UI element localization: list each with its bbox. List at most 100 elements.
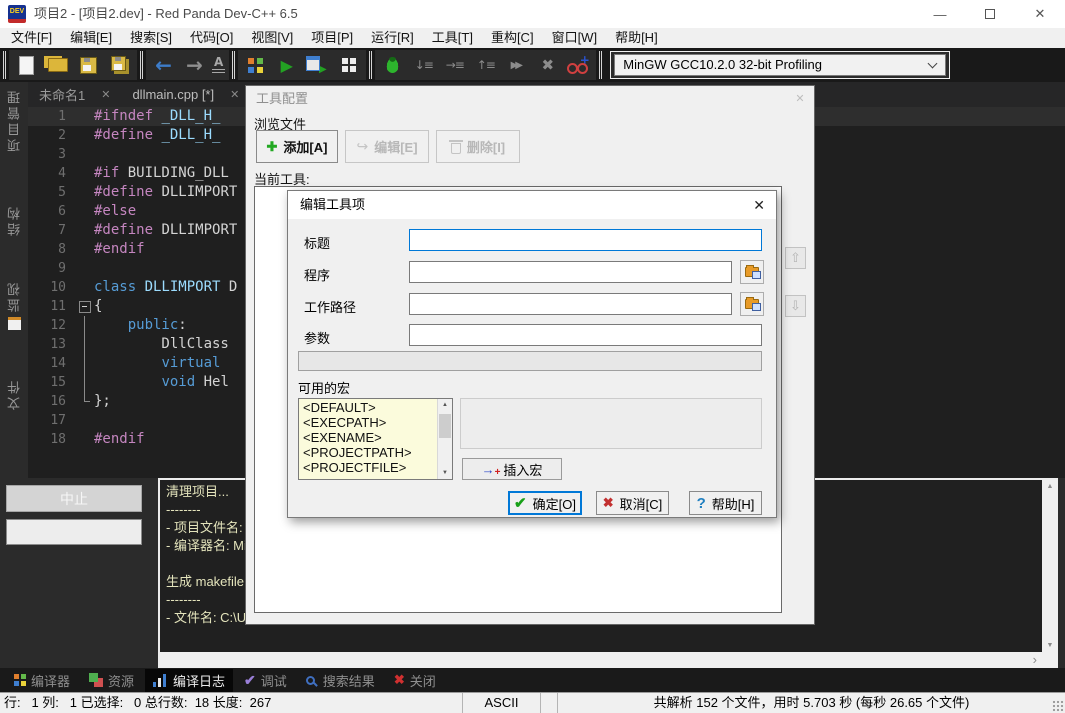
menu-item-10[interactable]: 帮助[H]: [606, 28, 667, 48]
back-button[interactable]: ←: [150, 52, 177, 78]
fold-gutter: [76, 430, 94, 449]
minimize-button[interactable]: —: [915, 0, 965, 28]
check-icon: ✔: [514, 494, 527, 512]
log-vertical-scrollbar[interactable]: ▲ ▼: [1042, 480, 1058, 652]
forward-button[interactable]: →: [181, 52, 208, 78]
program-input[interactable]: [409, 261, 732, 283]
run-button[interactable]: ▶: [273, 52, 300, 78]
tab-dllmain-cpp[interactable]: dllmain.cpp [*] ✕: [121, 82, 250, 107]
menu-item-4[interactable]: 视图[V]: [242, 28, 302, 48]
code-text: #endif: [94, 240, 145, 259]
save-button[interactable]: [75, 52, 102, 78]
log-horizontal-scrollbar[interactable]: ›: [160, 652, 1042, 668]
code-text: #ifndef _DLL_H_: [94, 107, 220, 126]
ok-button[interactable]: ✔ 确定[O]: [508, 491, 582, 515]
bottom-tab-close-panel[interactable]: ✖关闭: [386, 669, 444, 692]
sidebar-tab-0[interactable]: 项目管理: [5, 88, 24, 152]
encoding-label: ASCII: [462, 693, 540, 713]
workdir-input[interactable]: [409, 293, 732, 315]
macro-item-4[interactable]: <PROJECTFILE>: [299, 460, 437, 475]
move-up-button[interactable]: ⇧: [785, 247, 806, 269]
rebuild-button[interactable]: [335, 52, 362, 78]
find-in-files-button[interactable]: A: [212, 57, 225, 73]
bottom-tab-debug[interactable]: ✔调试: [236, 669, 295, 692]
scroll-up-icon[interactable]: ▲: [438, 402, 452, 408]
resize-grip[interactable]: [1052, 700, 1064, 712]
stop-button[interactable]: ✖: [534, 52, 561, 78]
close-icon[interactable]: ✕: [753, 191, 765, 219]
insert-macro-button[interactable]: → + 插入宏: [462, 458, 562, 480]
fold-gutter: [76, 145, 94, 164]
add-tool-button[interactable]: ✚ 添加[A]: [256, 130, 338, 163]
menu-item-6[interactable]: 运行[R]: [362, 28, 423, 48]
macro-item-0[interactable]: <DEFAULT>: [299, 400, 437, 415]
close-icon[interactable]: ✕: [791, 90, 809, 107]
macro-item-2[interactable]: <EXENAME>: [299, 430, 437, 445]
close-button[interactable]: ✕: [1015, 0, 1065, 28]
bottom-tab-resources[interactable]: 资源: [81, 669, 142, 692]
new-file-button[interactable]: [13, 52, 40, 78]
abort-button[interactable]: 中止: [6, 485, 142, 512]
menu-item-3[interactable]: 代码[O]: [181, 28, 242, 48]
step-over-button[interactable]: ↓≡: [410, 52, 437, 78]
menu-item-8[interactable]: 重构[C]: [482, 28, 543, 48]
step-into-button[interactable]: →≡: [441, 52, 468, 78]
close-icon[interactable]: ✕: [230, 88, 239, 101]
compile-run-button[interactable]: ▶: [304, 52, 331, 78]
move-down-button[interactable]: ⇩: [785, 295, 806, 317]
step-out-button[interactable]: ↑≡: [472, 52, 499, 78]
help-button[interactable]: ? 帮助[H]: [689, 491, 762, 515]
close-icon[interactable]: ✕: [101, 88, 110, 101]
menu-item-2[interactable]: 搜索[S]: [121, 28, 181, 48]
bottom-tab-compile-log[interactable]: 编译日志: [145, 669, 233, 692]
bottom-tab-label: 编译日志: [173, 671, 225, 690]
fold-marker[interactable]: [76, 297, 94, 316]
scrollbar-thumb[interactable]: [439, 414, 451, 438]
scroll-down-icon[interactable]: ▼: [1042, 642, 1058, 649]
cross-icon: ✖: [603, 495, 614, 511]
save-all-button[interactable]: [106, 52, 133, 78]
cancel-button[interactable]: ✖ 取消[C]: [596, 491, 669, 515]
menu-item-7[interactable]: 工具[T]: [423, 28, 482, 48]
bottom-tab-compiler[interactable]: 编译器: [6, 669, 78, 692]
debug-config-button[interactable]: +: [565, 52, 592, 78]
scroll-right-icon[interactable]: ›: [1033, 652, 1037, 668]
sidebar-tab-3[interactable]: 文件: [5, 378, 24, 410]
compiler-set-select[interactable]: MinGW GCC10.2.0 32-bit Profiling: [614, 54, 946, 76]
browse-program-button[interactable]: [740, 260, 764, 284]
line-number: 7: [28, 221, 76, 240]
scroll-up-icon[interactable]: ▲: [1042, 483, 1058, 490]
open-folder-button[interactable]: [44, 52, 71, 78]
menu-item-1[interactable]: 编辑[E]: [61, 28, 121, 48]
debug-button[interactable]: [379, 52, 406, 78]
scroll-down-icon[interactable]: ▼: [438, 470, 452, 476]
delete-tool-button[interactable]: 删除[I]: [436, 130, 520, 163]
fold-gutter: [76, 107, 94, 126]
question-icon: ?: [697, 495, 706, 512]
browse-workdir-button[interactable]: [740, 292, 764, 316]
code-text: void Hel: [94, 373, 229, 392]
title-input[interactable]: [409, 229, 762, 251]
left-sidebar: 项目管理结构监视文件: [0, 82, 28, 478]
menu-item-9[interactable]: 窗口[W]: [543, 28, 607, 48]
macro-item-3[interactable]: <PROJECTPATH>: [299, 445, 437, 460]
code-text: #define _DLL_H_: [94, 126, 220, 145]
menu-item-0[interactable]: 文件[F]: [2, 28, 61, 48]
params-input[interactable]: [409, 324, 762, 346]
tab-unnamed1[interactable]: 未命名1 ✕: [28, 82, 121, 107]
sidebar-tab-2[interactable]: 监视: [5, 280, 24, 312]
macro-items: <DEFAULT><EXECPATH><EXENAME><PROJECTPATH…: [299, 400, 437, 475]
sidebar-tab-1[interactable]: 结构: [5, 204, 24, 236]
continue-button[interactable]: ▶▶: [503, 52, 530, 78]
menu-item-5[interactable]: 项目[P]: [302, 28, 362, 48]
macro-item-1[interactable]: <EXECPATH>: [299, 415, 437, 430]
bottom-tab-search-results[interactable]: 搜索结果: [298, 669, 383, 692]
macro-list-scrollbar[interactable]: ▲ ▼: [437, 399, 452, 479]
macro-list[interactable]: <DEFAULT><EXECPATH><EXENAME><PROJECTPATH…: [298, 398, 453, 480]
line-number: 16: [28, 392, 76, 411]
maximize-button[interactable]: [965, 0, 1015, 28]
compile-button[interactable]: [242, 52, 269, 78]
ok-label: 确定[O]: [533, 494, 576, 513]
line-number: 1: [28, 107, 76, 126]
edit-tool-button[interactable]: ↪ 编辑[E]: [345, 130, 429, 163]
